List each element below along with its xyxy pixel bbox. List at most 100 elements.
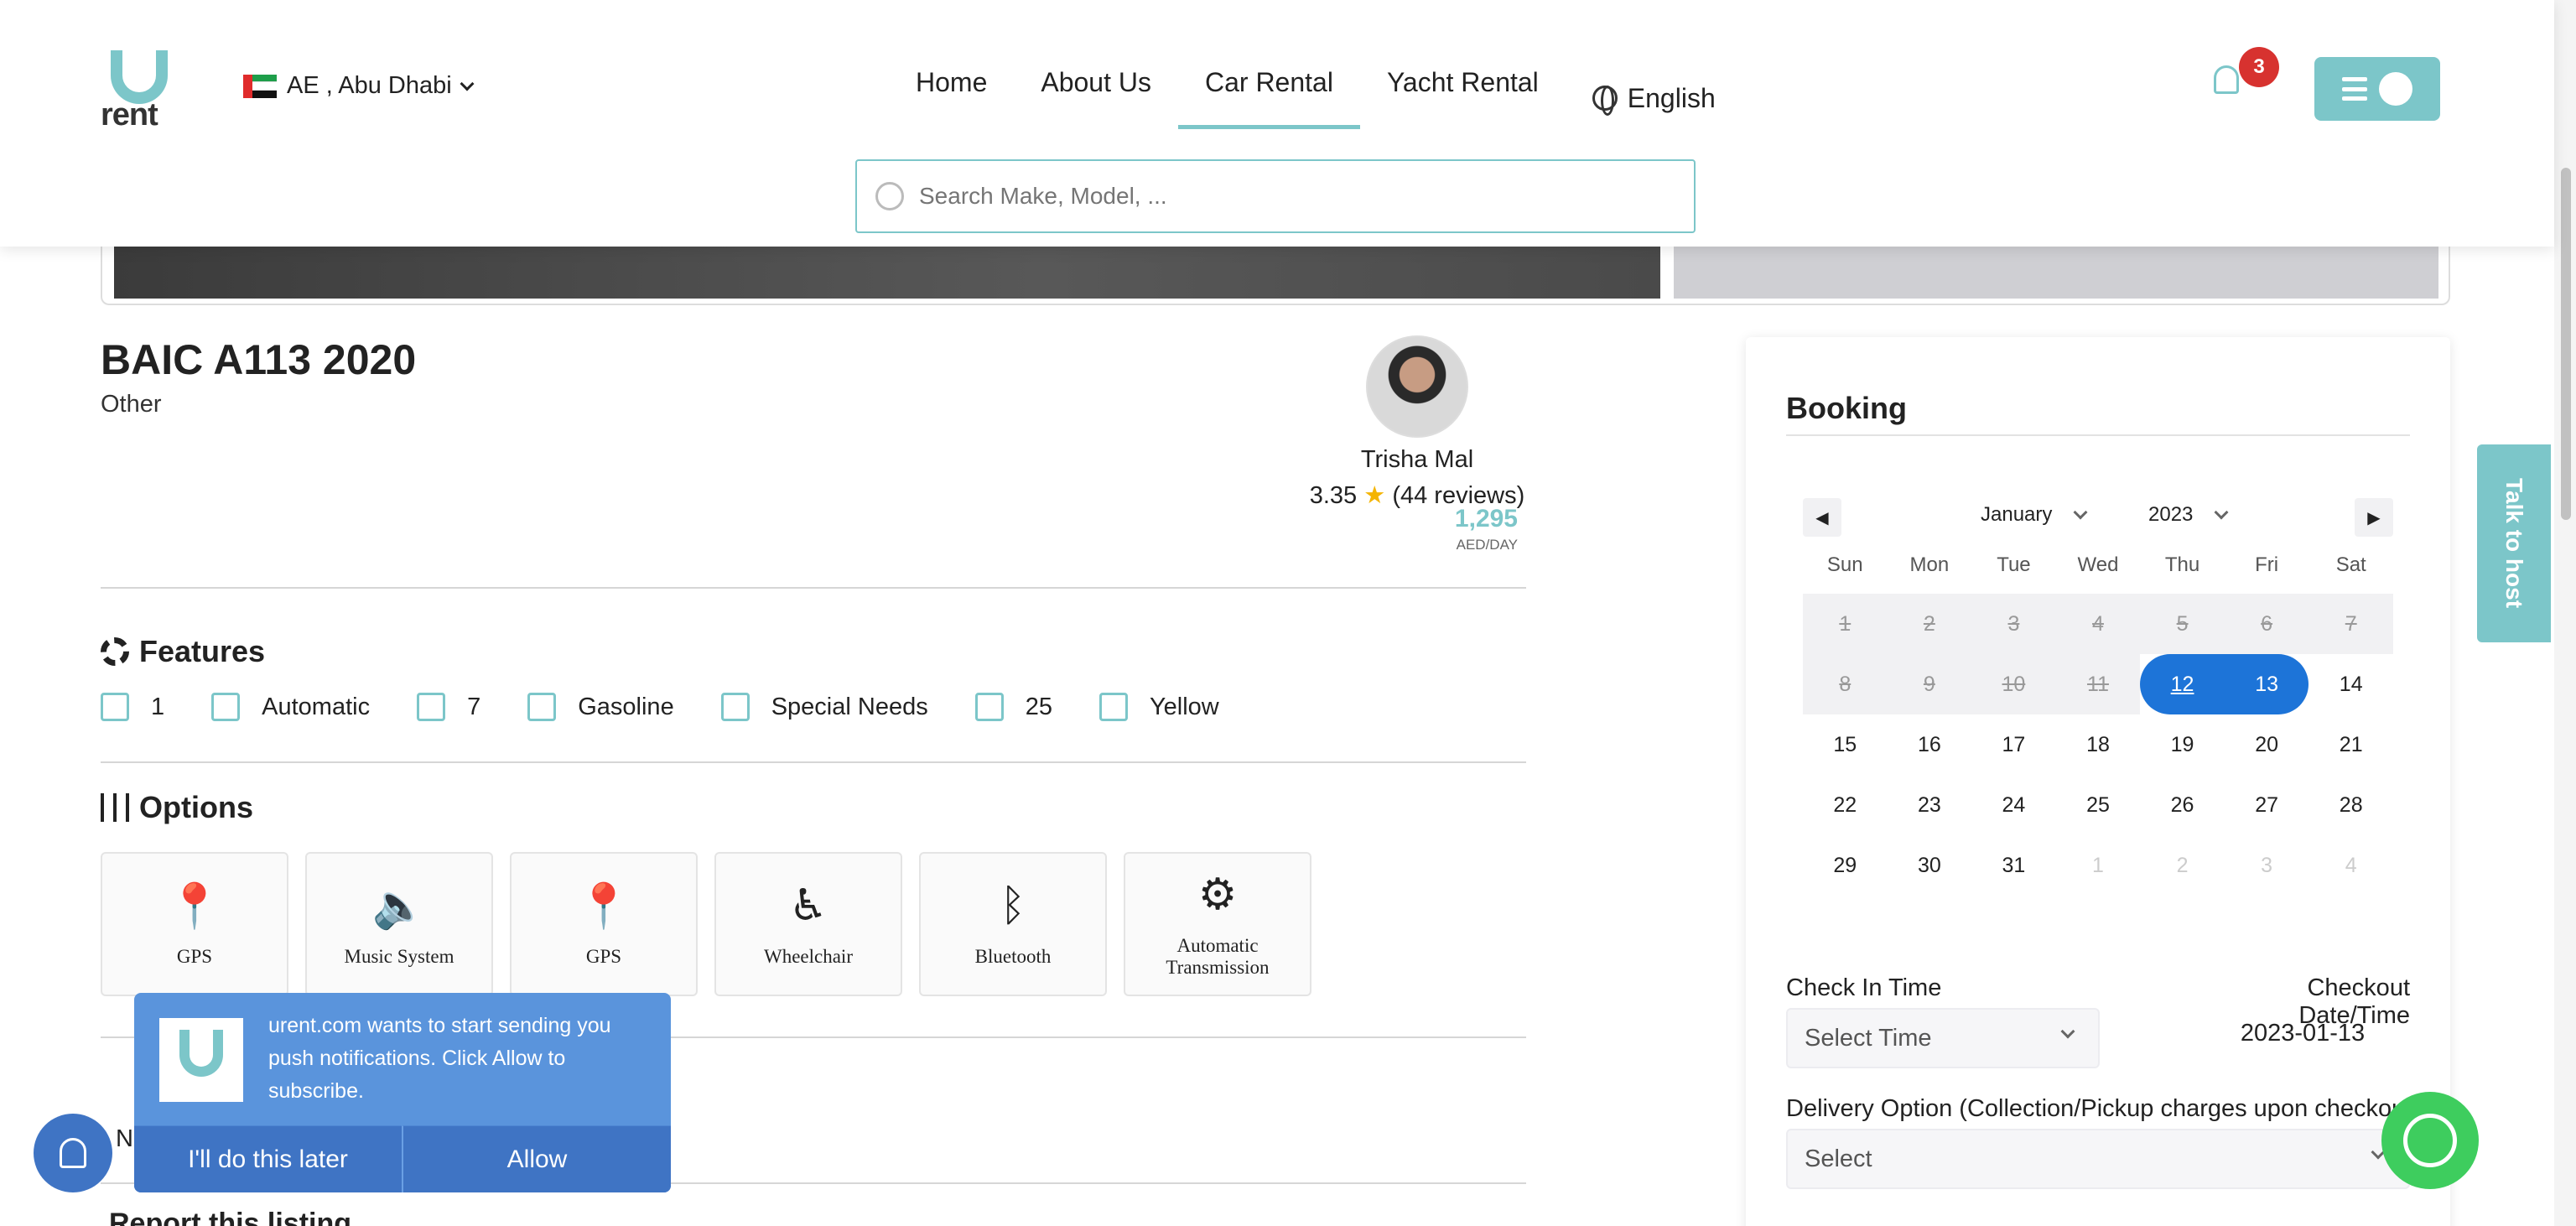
divider (101, 587, 1526, 589)
location-selector[interactable]: AE , Abu Dhabi (243, 72, 475, 100)
host-name[interactable]: Trisha Mal (1258, 446, 1576, 474)
nav-home[interactable]: Home (889, 67, 1014, 129)
bell-icon (2214, 65, 2239, 94)
calendar-day[interactable]: 15 (1803, 714, 1888, 775)
booking-card: Booking ◀ January 2023 ▶ Sun Mon Tue Wed Thu… (1746, 337, 2450, 1226)
calendar-day[interactable]: 27 (2225, 775, 2309, 835)
calendar-day: 5 (2140, 594, 2225, 654)
calendar-day[interactable]: 23 (1888, 775, 1972, 835)
logo-text: rent (101, 97, 158, 132)
next-month-button[interactable]: ▶ (2355, 498, 2393, 537)
notifications-button[interactable]: 3 (2214, 47, 2279, 94)
feature-transmission: Automatic (211, 693, 370, 721)
urent-logo[interactable]: rent (99, 50, 179, 132)
calendar-day[interactable]: 14 (2309, 654, 2393, 714)
nav-car-rental[interactable]: Car Rental (1177, 67, 1360, 129)
year-select[interactable]: 2023 (2148, 503, 2229, 527)
calendar-day: 6 (2224, 594, 2309, 654)
calendar-day[interactable]: 31 (1971, 835, 2056, 896)
calendar-day[interactable]: 30 (1888, 835, 1972, 896)
feature-fuel: Gasoline (527, 693, 674, 721)
search-input[interactable] (919, 183, 1657, 210)
feature-color: Yellow (1098, 693, 1219, 721)
calendar-day: 10 (1971, 654, 2056, 714)
booking-title: Booking (1786, 391, 1907, 425)
talk-to-host-tab[interactable]: Talk to host (2477, 444, 2551, 642)
calendar-day: 9 (1887, 654, 1972, 714)
globe-icon (1592, 86, 1618, 116)
calendar-day[interactable]: 24 (1971, 775, 2056, 835)
features-list: 1 Automatic 7 Gasoline Special Needs 25 … (101, 693, 1266, 721)
site-header: rent AE , Abu Dhabi Home About Us Car Re… (0, 0, 2554, 247)
feature-value: Yellow (1149, 693, 1219, 720)
month-select[interactable]: January (1981, 503, 2088, 527)
calendar-day[interactable]: 18 (2056, 714, 2141, 775)
option-label: Automatic Transmission (1166, 935, 1270, 978)
month-label: January (1981, 503, 2053, 526)
option-card: 📍 GPS (510, 852, 698, 996)
calendar-day[interactable]: 19 (2140, 714, 2225, 775)
push-bell-button[interactable] (34, 1114, 112, 1192)
user-menu-button[interactable] (2314, 57, 2440, 121)
options-heading: Options (101, 790, 253, 825)
chevron-down-icon (2214, 505, 2229, 520)
calendar-day[interactable]: 25 (2056, 775, 2141, 835)
scrollbar-thumb[interactable] (2561, 168, 2571, 520)
options-title: Options (139, 790, 253, 824)
seat-icon (974, 693, 1004, 721)
calendar-day: 3 (1971, 594, 2056, 654)
feature-seats: 7 (417, 693, 480, 721)
feature-value: 1 (151, 693, 165, 720)
check-in-time-select[interactable]: Select Time (1786, 1008, 2100, 1068)
prev-month-button[interactable]: ◀ (1803, 498, 1841, 537)
push-message: urent.com wants to start sending you pus… (268, 1014, 611, 1103)
calendar-day[interactable]: 22 (1803, 775, 1888, 835)
gps-icon: 📍 (167, 881, 222, 932)
calendar-day[interactable]: 28 (2309, 775, 2393, 835)
later-button[interactable]: I'll do this later (134, 1125, 402, 1192)
weekday-label: Fri (2255, 553, 2279, 576)
delivery-option-select[interactable]: Select (1786, 1129, 2410, 1189)
calendar-weekdays: Sun Mon Tue Wed Thu Fri Sat (1803, 553, 2393, 594)
calendar-day[interactable]: 16 (1888, 714, 1972, 775)
language-selector[interactable]: English (1566, 67, 1742, 129)
host-avatar[interactable] (1366, 335, 1468, 438)
calendar-day[interactable]: 26 (2140, 775, 2225, 835)
calendar-day[interactable]: 13 (2224, 654, 2309, 714)
calendar-day[interactable]: 21 (2309, 714, 2393, 775)
main-nav: Home About Us Car Rental Yacht Rental En… (889, 67, 1742, 129)
uae-flag-icon (243, 74, 277, 98)
option-card: ⚙ Automatic Transmission (1124, 852, 1311, 996)
option-card: ᛒ Bluetooth (919, 852, 1107, 996)
calendar-day[interactable]: 12 (2140, 654, 2225, 714)
weekday-label: Wed (2077, 553, 2119, 576)
check-in-placeholder: Select Time (1805, 1024, 1932, 1052)
chevron-down-icon (2060, 1024, 2075, 1039)
host-rating: 3.35 ★ (44 reviews) (1258, 481, 1576, 510)
calendar-days: 1 2 3 4 5 6 7 8 9 10 11 12 13 14 15 16 17 18 19 20 21 22 23 24 2… (1803, 594, 2393, 896)
arrow-right-icon: ▶ (2367, 508, 2381, 527)
user-avatar-icon (2379, 72, 2412, 106)
nav-about-us[interactable]: About Us (1014, 67, 1178, 129)
car-icon (720, 693, 750, 721)
whatsapp-button[interactable] (2381, 1092, 2479, 1189)
divider (1786, 434, 2410, 436)
weekday-label: Sun (1826, 553, 1863, 576)
nav-yacht-rental[interactable]: Yacht Rental (1360, 67, 1566, 129)
paint-icon (1098, 693, 1128, 721)
report-listing-link[interactable]: Report this listing (109, 1208, 351, 1226)
calendar-day: 2 (2176, 853, 2189, 877)
price-block: 1,295 AED/DAY (1426, 505, 1518, 553)
calendar-day[interactable]: 29 (1803, 835, 1888, 896)
calendar-day[interactable]: 20 (2225, 714, 2309, 775)
calendar-day[interactable]: 17 (1971, 714, 2056, 775)
delivery-label: Delivery Option (Collection/Pickup charg… (1786, 1095, 2407, 1122)
talk-to-host-label: Talk to host (2501, 478, 2527, 609)
allow-button[interactable]: Allow (402, 1125, 671, 1192)
calendar-day: 3 (2261, 853, 2273, 877)
menu-icon (2342, 77, 2367, 101)
calendar-day: 2 (1887, 594, 1972, 654)
year-label: 2023 (2148, 503, 2194, 526)
notification-badge: 3 (2239, 47, 2279, 87)
arrow-left-icon: ◀ (1815, 508, 1829, 527)
